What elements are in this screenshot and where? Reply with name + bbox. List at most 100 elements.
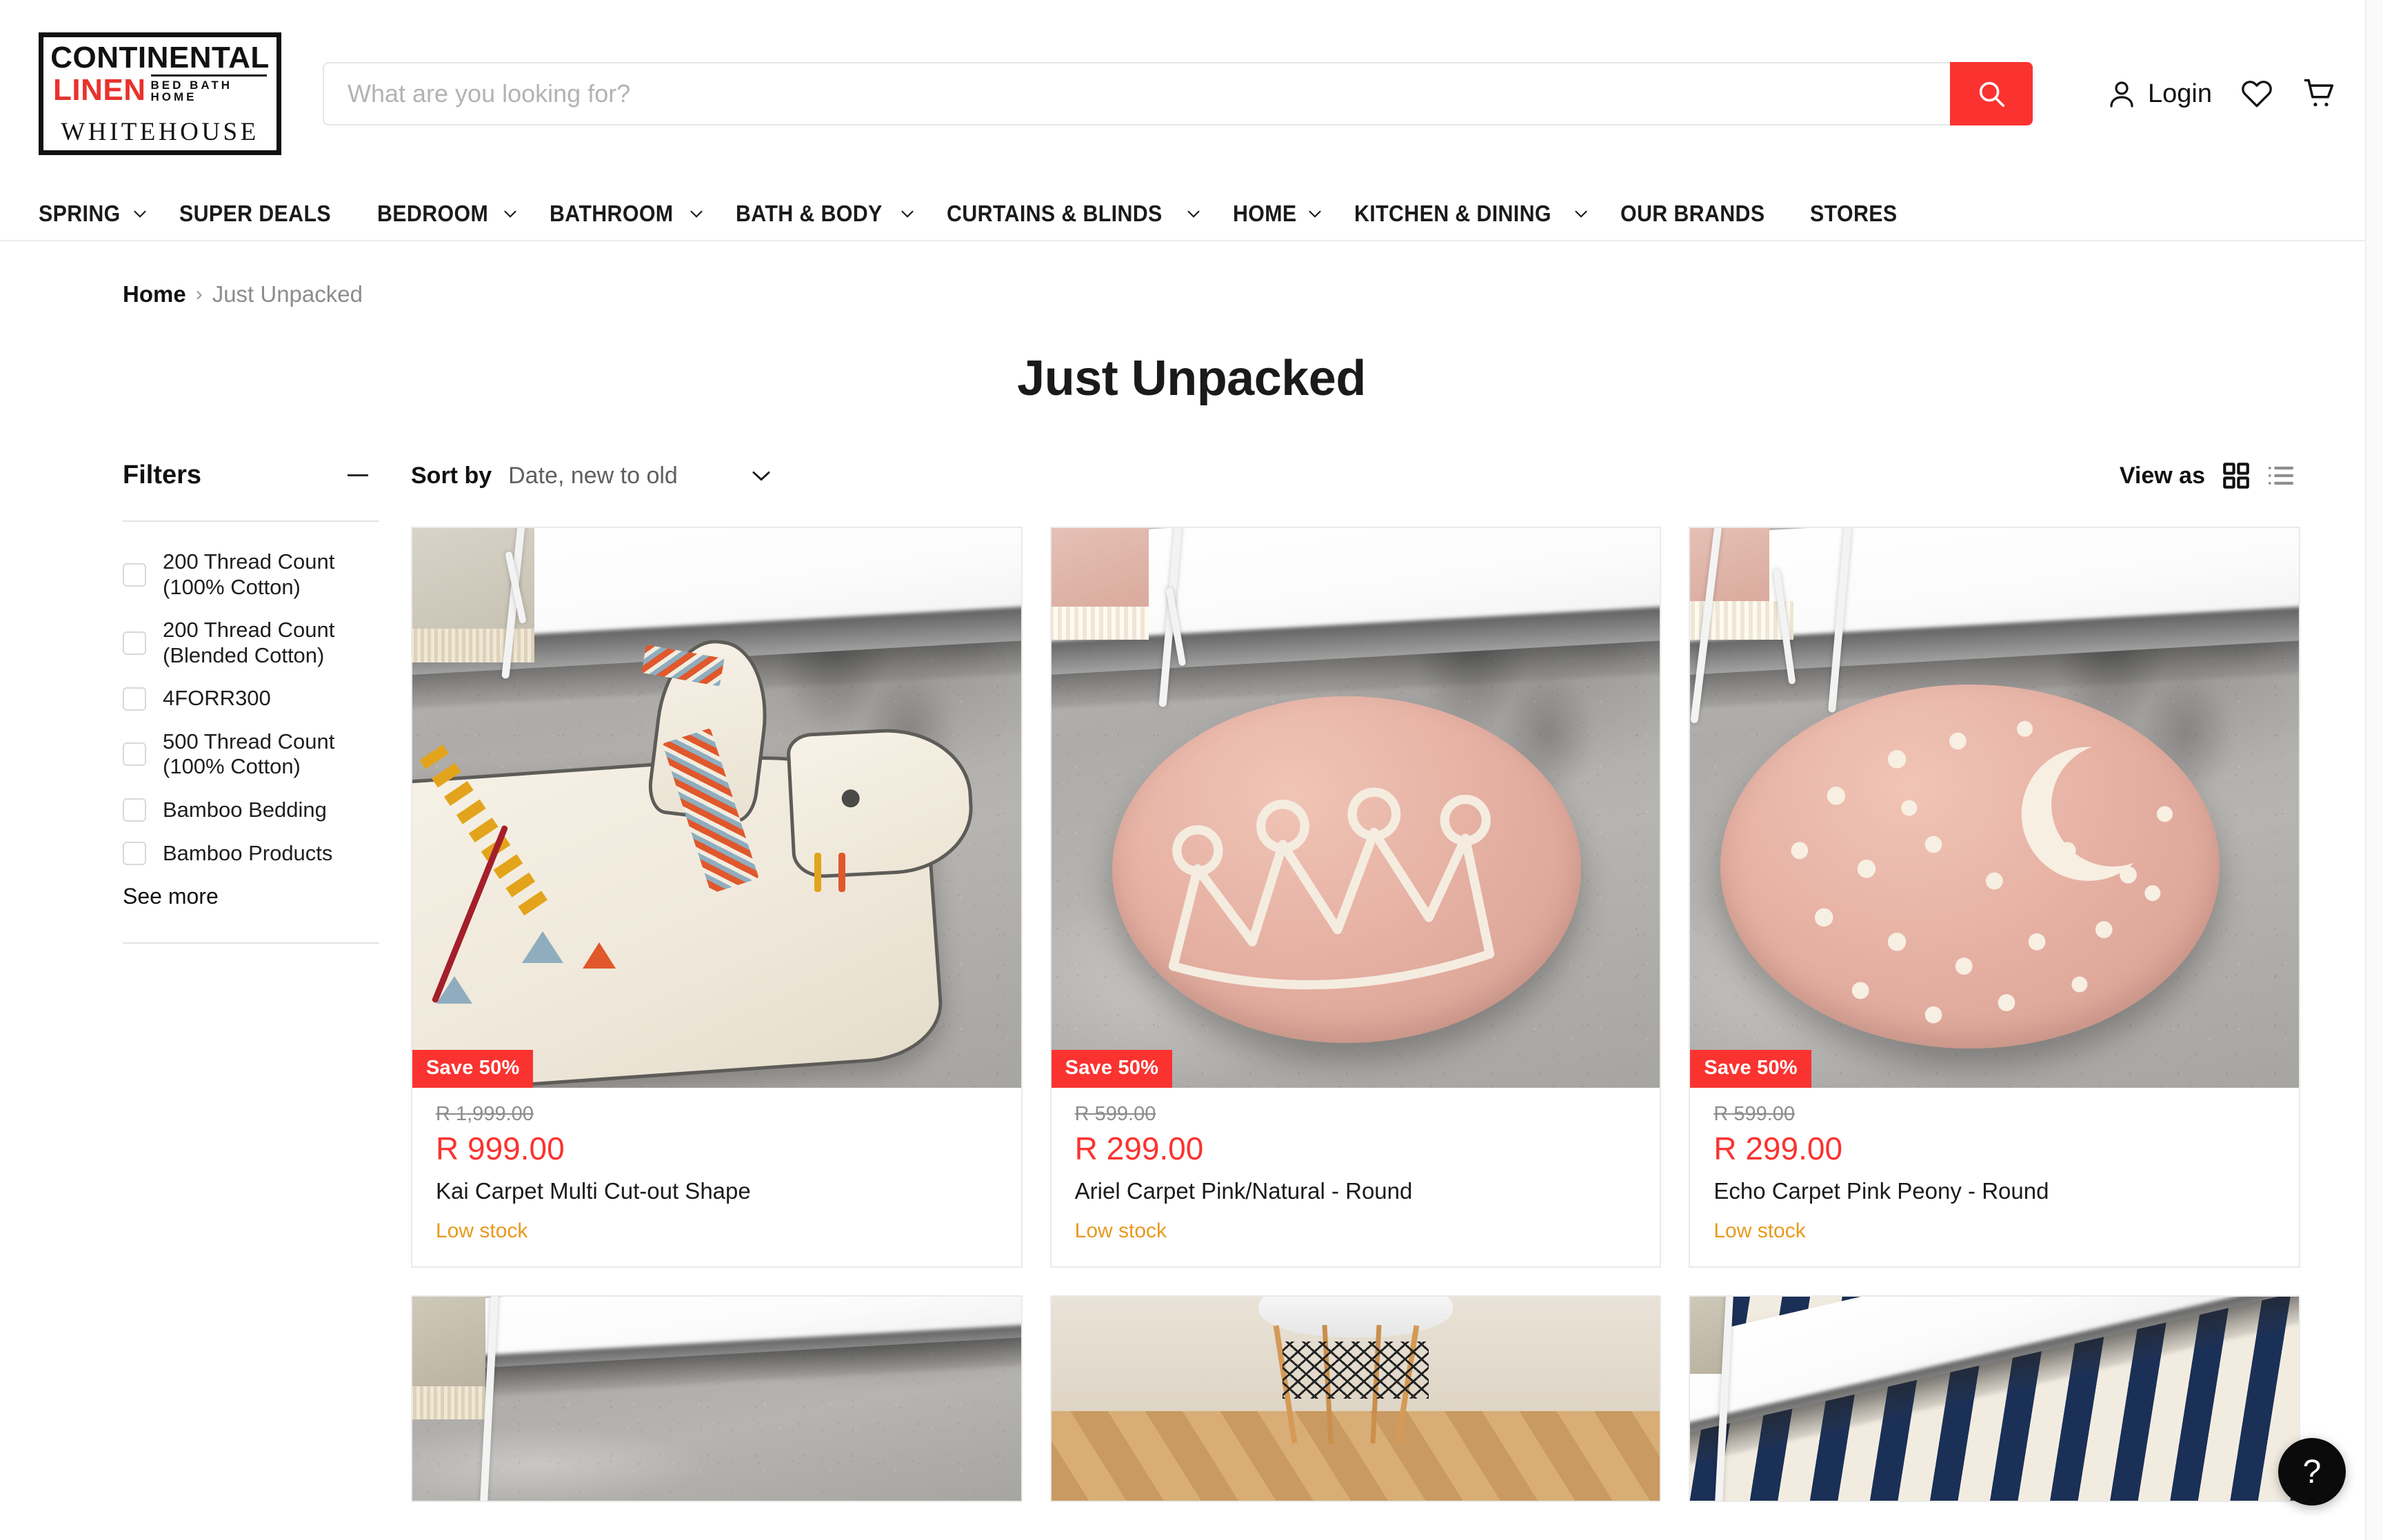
filter-label: 200 Thread Count (Blended Cotton) (163, 618, 335, 667)
see-more-filters-link[interactable]: See more (123, 884, 379, 909)
nav-item-bedroom[interactable]: BEDROOM (377, 201, 516, 227)
nav-item-curtains-and-blinds[interactable]: CURTAINS & BLINDS (947, 201, 1200, 227)
product-info: R 599.00 R 299.00 Ariel Carpet Pink/Natu… (1052, 1088, 1660, 1266)
product-original-price: R 599.00 (1713, 1103, 1796, 1125)
checkbox[interactable] (123, 798, 146, 822)
nav-label: KITCHEN & DINING (1354, 201, 1551, 226)
search-submit-button[interactable] (1950, 62, 2033, 125)
view-as-control: View as (2120, 463, 2293, 489)
product-image[interactable]: Save 50% (1051, 528, 1660, 1088)
logo-tagline: BED BATH HOME (150, 79, 233, 103)
listing-toolbar: Sort by Date, new to old View as (411, 455, 2300, 496)
cart-button[interactable] (2302, 76, 2337, 112)
filter-label: Bamboo Bedding (163, 798, 327, 822)
product-card[interactable] (1689, 1295, 2300, 1502)
login-label: Login (2148, 79, 2212, 108)
search-icon (1979, 81, 2005, 108)
product-title[interactable]: Echo Carpet Pink Peony - Round (1713, 1178, 2275, 1204)
nav-item-bath-and-body[interactable]: BATH & BODY (736, 201, 914, 227)
product-image[interactable] (1051, 1297, 1660, 1501)
product-card[interactable] (411, 1295, 1023, 1502)
product-title[interactable]: Ariel Carpet Pink/Natural - Round (1075, 1178, 1637, 1204)
chevron-down-icon (1187, 210, 1200, 218)
checkbox[interactable] (123, 841, 146, 865)
breadcrumb-current: Just Unpacked (212, 281, 363, 307)
sort-by-value: Date, new to old (508, 462, 678, 489)
filters-sidebar: Filters 200 Thread Count (100% Cotton) 2… (123, 455, 379, 1502)
filter-option-bamboo-products[interactable]: Bamboo Products (123, 841, 379, 867)
product-photo-moon-star-rug (1690, 528, 2299, 1088)
search-bar (323, 62, 2033, 125)
filter-options-list: 200 Thread Count (100% Cotton) 200 Threa… (123, 522, 379, 909)
product-stock-status: Low stock (436, 1219, 528, 1242)
minus-icon[interactable] (348, 474, 368, 476)
filter-option-200-thread-count-blended-cotton[interactable]: 200 Thread Count (Blended Cotton) (123, 618, 379, 668)
filter-option-bamboo-bedding[interactable]: Bamboo Bedding (123, 798, 379, 823)
logo-line-linen: LINEN (53, 73, 146, 107)
filter-option-500-thread-count-100-cotton[interactable]: 500 Thread Count (100% Cotton) (123, 729, 379, 780)
header-actions: Login (2105, 76, 2342, 112)
page-title: Just Unpacked (1017, 351, 1366, 406)
nav-label: SPRING (39, 201, 121, 226)
nav-item-our-brands[interactable]: OUR BRANDS (1620, 201, 1778, 227)
nav-item-stores[interactable]: STORES (1810, 201, 1905, 227)
nav-item-spring[interactable]: SPRING (39, 201, 146, 227)
help-button[interactable]: ? (2278, 1438, 2346, 1506)
product-info: R 599.00 R 299.00 Echo Carpet Pink Peony… (1690, 1088, 2299, 1266)
chevron-down-icon (752, 471, 770, 481)
product-image[interactable]: Save 50% (1690, 528, 2299, 1088)
product-photo-crown-rug (1051, 528, 1660, 1088)
page-scrollbar[interactable] (2365, 0, 2383, 1540)
wishlist-button[interactable] (2240, 77, 2274, 111)
brand-logo[interactable]: CONTINENTAL LINEN BED BATH HOME WHITEHOU… (39, 32, 281, 155)
product-image[interactable] (412, 1297, 1021, 1501)
product-original-price: R 1,999.00 (436, 1103, 534, 1125)
nav-item-super-deals[interactable]: SUPER DEALS (179, 201, 344, 227)
filters-header[interactable]: Filters (123, 460, 379, 490)
checkbox[interactable] (123, 631, 146, 655)
nav-label: CURTAINS & BLINDS (947, 201, 1163, 226)
product-image[interactable]: Save 50% (412, 528, 1021, 1088)
sort-by-label: Sort by (411, 462, 492, 489)
list-view-icon[interactable] (2267, 463, 2293, 489)
filters-title: Filters (123, 460, 202, 489)
filter-option-200-thread-count-100-cotton[interactable]: 200 Thread Count (100% Cotton) (123, 549, 379, 600)
chevron-down-icon (690, 210, 703, 218)
product-photo-navy-striped-rug (1690, 1297, 2299, 1501)
product-card[interactable]: Save 50% R 599.00 R 299.00 Echo Carpet P… (1689, 527, 2300, 1268)
grid-view-icon[interactable] (2223, 463, 2249, 489)
chevron-down-icon (1575, 210, 1587, 218)
logo-line-whitehouse: WHITEHOUSE (61, 118, 259, 146)
product-card[interactable] (1049, 1295, 1662, 1502)
search-input-wrapper[interactable] (323, 62, 1950, 125)
nav-item-home[interactable]: HOME (1233, 201, 1321, 227)
site-header: CONTINENTAL LINEN BED BATH HOME WHITEHOU… (0, 0, 2383, 188)
product-card[interactable]: Save 50% R 1,999.00 R 999.00 Kai Carpet … (411, 527, 1023, 1268)
product-stock-status: Low stock (1713, 1219, 1806, 1242)
checkbox[interactable] (123, 563, 146, 587)
nav-label: HOME (1233, 201, 1297, 226)
search-input[interactable] (348, 79, 1950, 108)
checkbox[interactable] (123, 742, 146, 767)
product-price: R 299.00 (1713, 1131, 1843, 1166)
product-info: R 1,999.00 R 999.00 Kai Carpet Multi Cut… (412, 1088, 1021, 1266)
nav-label: BATHROOM (550, 201, 674, 226)
breadcrumb-home-link[interactable]: Home (123, 281, 186, 307)
cart-icon (2304, 79, 2334, 107)
filter-option-4forr300[interactable]: 4FORR300 (123, 686, 379, 711)
product-title[interactable]: Kai Carpet Multi Cut-out Shape (436, 1178, 998, 1204)
nav-item-kitchen-and-dining[interactable]: KITCHEN & DINING (1354, 201, 1587, 227)
product-price: R 299.00 (1074, 1131, 1204, 1166)
nav-label: BEDROOM (377, 201, 489, 226)
product-image[interactable] (1690, 1297, 2299, 1501)
discount-badge: Save 50% (1051, 1050, 1173, 1088)
product-photo-concrete-floor (412, 1297, 1021, 1501)
checkbox[interactable] (123, 687, 146, 711)
product-photo-wood-floor-chair (1051, 1297, 1660, 1501)
user-icon (2110, 81, 2133, 108)
filters-bottom-divider (123, 942, 379, 944)
nav-item-bathroom[interactable]: BATHROOM (550, 201, 703, 227)
login-button[interactable]: Login (2105, 77, 2212, 110)
product-card[interactable]: Save 50% R 599.00 R 299.00 Ariel Carpet … (1049, 527, 1662, 1268)
sort-by-select[interactable]: Date, new to old (508, 463, 770, 489)
